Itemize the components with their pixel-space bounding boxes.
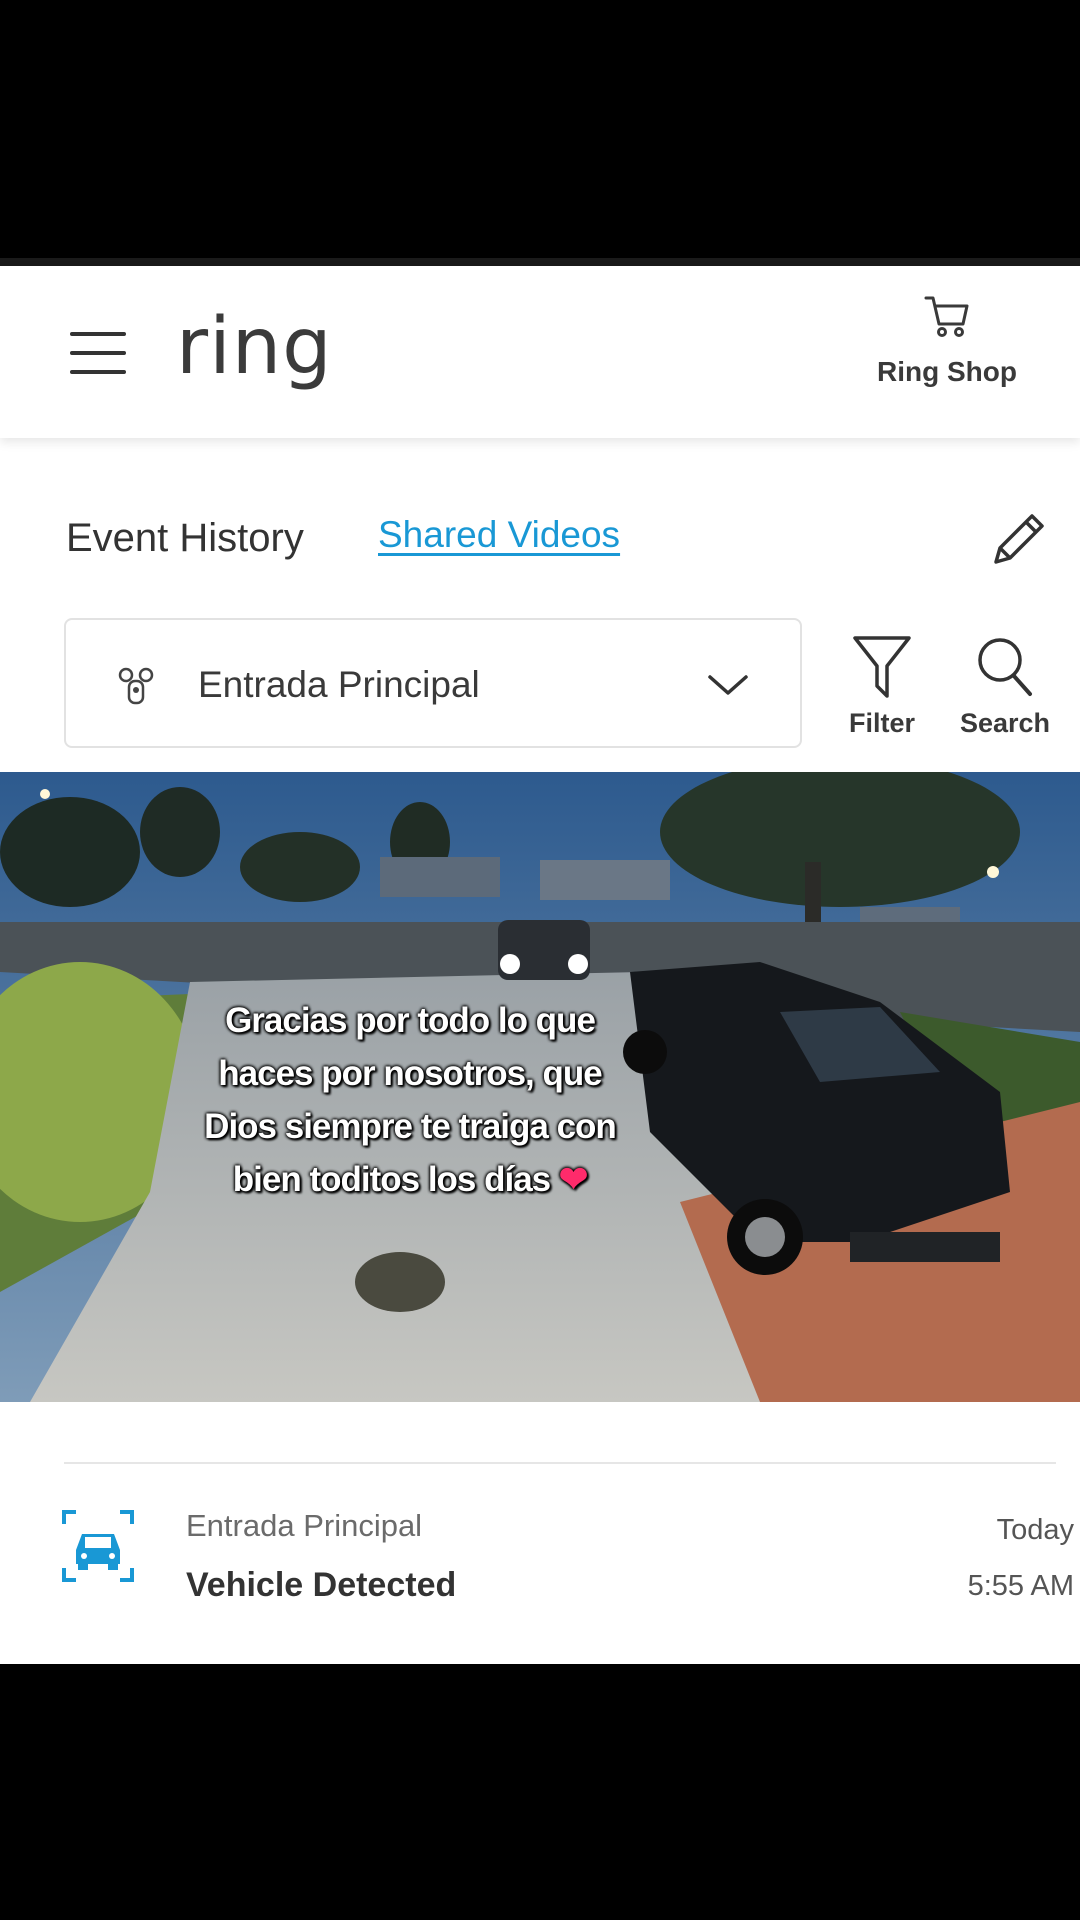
- ring-app: ring Ring Shop Event History Shared Vide…: [0, 266, 1080, 1664]
- search-button[interactable]: Search: [952, 634, 1058, 739]
- caption-line: bien toditos los días: [232, 1160, 551, 1199]
- vehicle-detected-icon: [62, 1510, 134, 1582]
- list-divider: [64, 1462, 1056, 1464]
- caption-line: Dios siempre te traiga con: [204, 1107, 617, 1146]
- filter-label: Filter: [848, 708, 915, 738]
- ring-logo: ring: [176, 302, 333, 392]
- caption-line: haces por nosotros, que: [218, 1054, 602, 1093]
- chevron-down-icon: [708, 675, 748, 695]
- event-day: Today: [996, 1514, 1074, 1546]
- device-selector-value: Entrada Principal: [198, 664, 480, 705]
- search-icon: [978, 638, 1032, 696]
- top-divider: [0, 258, 1080, 266]
- doorbell-cameras-icon: [118, 667, 154, 705]
- filter-icon: [853, 636, 911, 698]
- status-bar-area: [0, 0, 1080, 258]
- event-video-thumbnail[interactable]: Gracias por todo lo que haces por nosotr…: [0, 772, 1080, 1402]
- video-caption: Gracias por todo lo que haces por nosotr…: [130, 994, 690, 1206]
- event-type: Vehicle Detected: [186, 1566, 457, 1604]
- event-device-name: Entrada Principal: [186, 1508, 423, 1543]
- event-time: 5:55 AM: [967, 1570, 1074, 1602]
- tab-event-history[interactable]: Event History: [66, 516, 304, 561]
- event-list-item[interactable]: Entrada Principal Vehicle Detected Today…: [0, 1496, 1080, 1616]
- filter-button[interactable]: Filter: [836, 634, 928, 739]
- ring-shop-label: Ring Shop: [877, 356, 1017, 387]
- shopping-cart-icon: [924, 296, 969, 337]
- search-label: Search: [959, 708, 1051, 738]
- device-selector[interactable]: Entrada Principal: [64, 618, 802, 748]
- heart-emoji: ❤: [558, 1160, 588, 1199]
- bottom-black-area: [0, 1664, 1080, 1920]
- history-tabs: Event History Shared Videos: [0, 508, 1080, 568]
- hamburger-menu-icon[interactable]: [70, 332, 126, 374]
- app-header: ring Ring Shop: [0, 266, 1080, 438]
- tab-shared-videos[interactable]: Shared Videos: [378, 514, 620, 556]
- pencil-icon[interactable]: [988, 508, 1050, 570]
- ring-shop-button[interactable]: Ring Shop: [862, 294, 1032, 388]
- caption-line: Gracias por todo lo que: [225, 1001, 596, 1040]
